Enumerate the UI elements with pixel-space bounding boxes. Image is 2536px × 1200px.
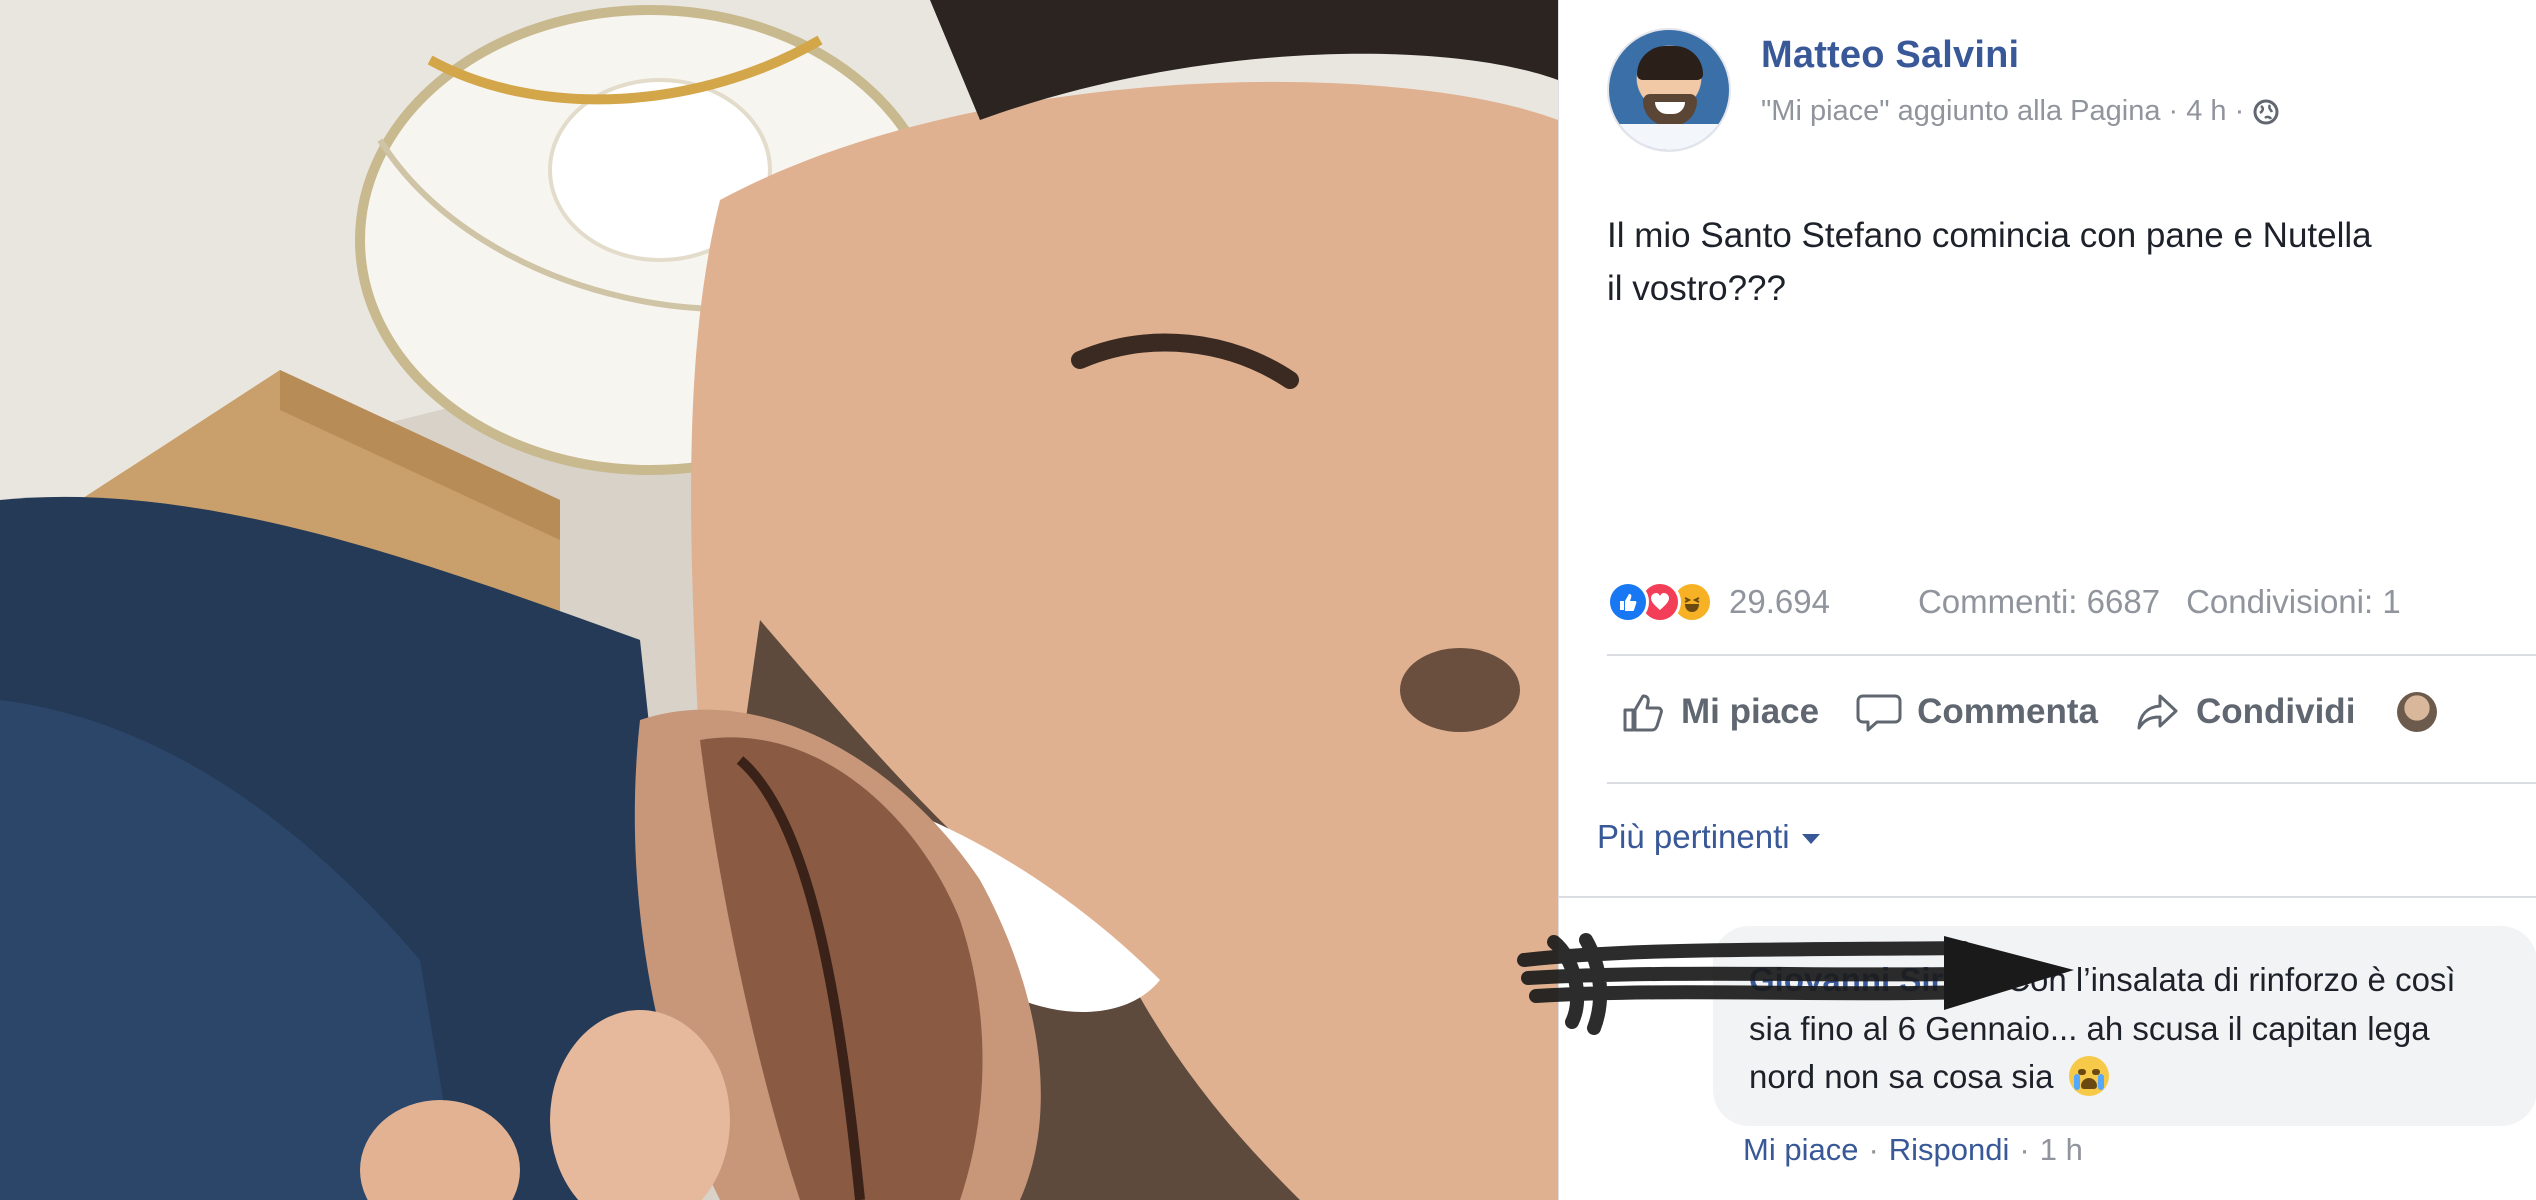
thumbs-up-icon bbox=[1623, 694, 1663, 732]
divider bbox=[1607, 654, 2536, 656]
post-panel: Matteo Salvini "Mi piace" aggiunto alla … bbox=[1558, 0, 2536, 1200]
author-avatar[interactable] bbox=[1607, 28, 1731, 152]
stats-right: Commenti: 6687 Condivisioni: 1 bbox=[1918, 583, 2401, 621]
share-button-label: Condividi bbox=[2195, 692, 2356, 731]
caret-down-icon bbox=[1801, 834, 1820, 844]
reactions-summary[interactable]: 29.694 bbox=[1607, 581, 1830, 623]
comment-author-link[interactable]: Giovanni Sirolli bbox=[1749, 961, 1991, 998]
post-subtitle: "Mi piace" aggiunto alla Pagina · 4 h · bbox=[1761, 95, 2280, 128]
comment-button[interactable]: Commenta bbox=[1855, 688, 2098, 736]
share-icon bbox=[2137, 694, 2178, 730]
like-button[interactable]: Mi piace bbox=[1619, 688, 1819, 736]
separator: · bbox=[1868, 1132, 1879, 1167]
selfie-illustration bbox=[0, 0, 1558, 1200]
separator: · bbox=[2019, 1132, 2030, 1167]
post-meta: Matteo Salvini "Mi piace" aggiunto alla … bbox=[1761, 34, 2280, 128]
comments-sort-dropdown[interactable]: Più pertinenti bbox=[1597, 818, 1820, 856]
post-header: Matteo Salvini "Mi piace" aggiunto alla … bbox=[1607, 28, 2280, 152]
comment-reply-link[interactable]: Rispondi bbox=[1889, 1132, 2010, 1168]
comment-meta: Mi piace · Rispondi · 1 h bbox=[1743, 1132, 2083, 1168]
like-reaction-icon bbox=[1607, 581, 1649, 623]
viewer-avatar[interactable] bbox=[2397, 692, 2438, 732]
share-button[interactable]: Condividi bbox=[2134, 688, 2355, 736]
like-button-label: Mi piace bbox=[1681, 692, 1820, 731]
post-text: Il mio Santo Stefano comincia con pane e… bbox=[1607, 216, 2372, 308]
comment-like-link[interactable]: Mi piace bbox=[1743, 1132, 1858, 1168]
reactions-count: 29.694 bbox=[1729, 583, 1830, 620]
post-stats: 29.694 Commenti: 6687 Condivisioni: 1 bbox=[1607, 574, 2536, 630]
author-name-link[interactable]: Matteo Salvini bbox=[1761, 34, 2280, 77]
comment-button-label: Commenta bbox=[1917, 692, 2098, 731]
divider bbox=[1559, 896, 2536, 898]
post-photo[interactable] bbox=[0, 0, 1558, 1200]
globe-icon[interactable] bbox=[2252, 98, 2280, 126]
comment-time: 1 h bbox=[2039, 1132, 2083, 1167]
post-actions: Mi piace Commenta Condividi bbox=[1619, 688, 2536, 736]
crying-emoji-icon bbox=[2068, 1056, 2109, 1096]
comment-icon bbox=[1856, 694, 1902, 732]
shares-count-link[interactable]: Condivisioni: 1 bbox=[2186, 583, 2401, 621]
comments-sort-label: Più pertinenti bbox=[1597, 818, 1790, 855]
post-subtitle-text: "Mi piace" aggiunto alla Pagina · 4 h · bbox=[1761, 95, 2245, 127]
comment-bubble: Giovanni Sirolli Con l’insalata di rinfo… bbox=[1713, 926, 2536, 1126]
divider bbox=[1607, 782, 2536, 784]
comments-count-link[interactable]: Commenti: 6687 bbox=[1918, 583, 2160, 621]
